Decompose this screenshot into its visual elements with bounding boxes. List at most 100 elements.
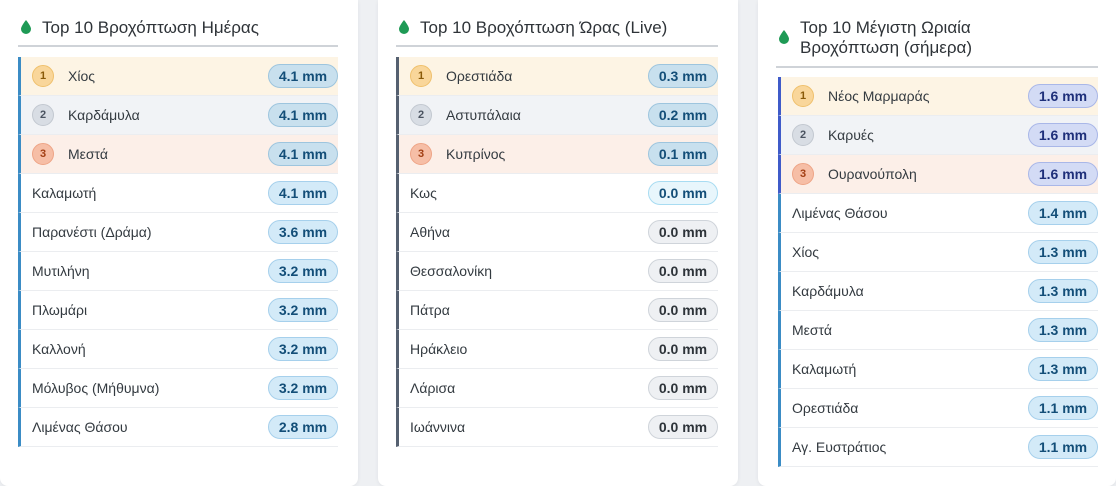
- rainfall-value: 1.1 mm: [1028, 435, 1098, 459]
- station-name: Καρυές: [828, 127, 874, 143]
- station-name: Ηράκλειο: [410, 341, 468, 357]
- list-item[interactable]: Ορεστιάδα 1.1 mm: [778, 389, 1098, 428]
- rainfall-value: 0.0 mm: [648, 298, 718, 322]
- rank-badge: 3: [32, 143, 54, 165]
- list-item[interactable]: Καλλονή 3.2 mm: [18, 330, 338, 369]
- rainfall-value: 4.1 mm: [268, 181, 338, 205]
- daily-rainfall-card: Top 10 Βροχόπτωση Ημέρας 1 Χίος 4.1 mm 2 Κα…: [0, 0, 358, 486]
- max-hourly-rainfall-card: Top 10 Μέγιστη Ωριαία Βροχόπτωση (σήμερα…: [758, 0, 1116, 486]
- station-name: Ορεστιάδα: [446, 68, 513, 84]
- rank-badge: 2: [792, 124, 814, 146]
- station-name: Πάτρα: [410, 302, 450, 318]
- station-name: Αθήνα: [410, 224, 451, 240]
- list-item[interactable]: 2 Καρυές 1.6 mm: [778, 116, 1098, 155]
- rainfall-value: 3.2 mm: [268, 298, 338, 322]
- card-title: Top 10 Βροχόπτωση Ώρας (Live): [420, 18, 668, 37]
- station-name: Πλωμάρι: [32, 302, 88, 318]
- rainfall-value: 0.0 mm: [648, 376, 718, 400]
- rainfall-value: 0.1 mm: [648, 142, 718, 166]
- rainfall-value: 0.2 mm: [648, 103, 718, 127]
- rainfall-value: 1.6 mm: [1028, 123, 1098, 147]
- card-title-line1: Top 10 Μέγιστη Ωριαία: [800, 18, 971, 37]
- rainfall-value: 1.3 mm: [1028, 357, 1098, 381]
- rainfall-value: 3.2 mm: [268, 337, 338, 361]
- water-drop-icon: [21, 20, 31, 34]
- station-name: Λιμένας Θάσου: [32, 419, 128, 435]
- station-name: Ορεστιάδα: [792, 400, 859, 416]
- list-item[interactable]: Λάρισα 0.0 mm: [396, 369, 718, 408]
- rainfall-value: 1.3 mm: [1028, 279, 1098, 303]
- rank-badge: 3: [792, 163, 814, 185]
- card-title-line2: Βροχόπτωση (σήμερα): [800, 38, 972, 57]
- rainfall-value: 2.8 mm: [268, 415, 338, 439]
- list-item[interactable]: Λιμένας Θάσου 1.4 mm: [778, 194, 1098, 233]
- card-header: Top 10 Βροχόπτωση Ημέρας: [18, 18, 338, 47]
- rainfall-value: 0.0 mm: [648, 415, 718, 439]
- list-item[interactable]: 2 Αστυπάλαια 0.2 mm: [396, 96, 718, 135]
- station-name: Λιμένας Θάσου: [792, 205, 888, 221]
- rainfall-value: 4.1 mm: [268, 142, 338, 166]
- rank-badge: 2: [32, 104, 54, 126]
- water-drop-icon: [399, 20, 409, 34]
- list-item[interactable]: Κως 0.0 mm: [396, 174, 718, 213]
- list-item[interactable]: Καλαμωτή 4.1 mm: [18, 174, 338, 213]
- rainfall-value: 0.3 mm: [648, 64, 718, 88]
- station-name: Θεσσαλονίκη: [410, 263, 492, 279]
- list-item[interactable]: 3 Μεστά 4.1 mm: [18, 135, 338, 174]
- list-item[interactable]: Καλαμωτή 1.3 mm: [778, 350, 1098, 389]
- list-item[interactable]: 1 Νέος Μαρμαράς 1.6 mm: [778, 77, 1098, 116]
- list-item[interactable]: 1 Χίος 4.1 mm: [18, 57, 338, 96]
- rainfall-value: 1.3 mm: [1028, 318, 1098, 342]
- card-header: Top 10 Βροχόπτωση Ώρας (Live): [396, 18, 718, 47]
- list-item[interactable]: Πάτρα 0.0 mm: [396, 291, 718, 330]
- card-title: Top 10 Μέγιστη Ωριαία Βροχόπτωση (σήμερα…: [800, 18, 972, 58]
- list-item[interactable]: 1 Ορεστιάδα 0.3 mm: [396, 57, 718, 96]
- list-item[interactable]: Λιμένας Θάσου 2.8 mm: [18, 408, 338, 447]
- list-item[interactable]: Μεστά 1.3 mm: [778, 311, 1098, 350]
- rainfall-value: 1.4 mm: [1028, 201, 1098, 225]
- rainfall-value: 0.0 mm: [648, 220, 718, 244]
- station-name: Καλλονή: [32, 341, 86, 357]
- list-item[interactable]: Ηράκλειο 0.0 mm: [396, 330, 718, 369]
- rank-badge: 2: [410, 104, 432, 126]
- station-name: Μόλυβος (Μήθυμνα): [32, 380, 160, 396]
- rainfall-value: 0.0 mm: [648, 259, 718, 283]
- list-item[interactable]: Θεσσαλονίκη 0.0 mm: [396, 252, 718, 291]
- rainfall-value: 1.3 mm: [1028, 240, 1098, 264]
- station-name: Χίος: [68, 68, 95, 84]
- rank-badge: 1: [792, 85, 814, 107]
- rank-badge: 1: [32, 65, 54, 87]
- rainfall-value: 3.2 mm: [268, 259, 338, 283]
- list-item[interactable]: Ιωάννινα 0.0 mm: [396, 408, 718, 447]
- station-name: Καρδάμυλα: [68, 107, 140, 123]
- list-item[interactable]: Αγ. Ευστράτιος 1.1 mm: [778, 428, 1098, 467]
- list-item[interactable]: 3 Ουρανούπολη 1.6 mm: [778, 155, 1098, 194]
- station-name: Κως: [410, 185, 437, 201]
- list-item[interactable]: Παρανέστι (Δράμα) 3.6 mm: [18, 213, 338, 252]
- water-drop-icon: [779, 30, 789, 44]
- rainfall-value: 1.6 mm: [1028, 162, 1098, 186]
- rainfall-value: 4.1 mm: [268, 64, 338, 88]
- list-item[interactable]: Μόλυβος (Μήθυμνα) 3.2 mm: [18, 369, 338, 408]
- list-item[interactable]: Καρδάμυλα 1.3 mm: [778, 272, 1098, 311]
- rainfall-value: 3.6 mm: [268, 220, 338, 244]
- station-name: Κυπρίνος: [446, 146, 506, 162]
- list-item[interactable]: Πλωμάρι 3.2 mm: [18, 291, 338, 330]
- rank-badge: 1: [410, 65, 432, 87]
- rainfall-list: 1 Χίος 4.1 mm 2 Καρδάμυλα 4.1 mm 3 Μεστά 4.1 m…: [18, 57, 338, 447]
- station-name: Μυτιλήνη: [32, 263, 90, 279]
- station-name: Αγ. Ευστράτιος: [792, 439, 887, 455]
- station-name: Νέος Μαρμαράς: [828, 88, 930, 104]
- station-name: Μεστά: [792, 322, 832, 338]
- station-name: Αστυπάλαια: [446, 107, 521, 123]
- list-item[interactable]: 3 Κυπρίνος 0.1 mm: [396, 135, 718, 174]
- rainfall-value: 3.2 mm: [268, 376, 338, 400]
- card-header: Top 10 Μέγιστη Ωριαία Βροχόπτωση (σήμερα…: [776, 18, 1098, 68]
- list-item[interactable]: Χίος 1.3 mm: [778, 233, 1098, 272]
- station-name: Καλαμωτή: [792, 361, 857, 377]
- card-title: Top 10 Βροχόπτωση Ημέρας: [42, 18, 259, 37]
- list-item[interactable]: 2 Καρδάμυλα 4.1 mm: [18, 96, 338, 135]
- list-item[interactable]: Αθήνα 0.0 mm: [396, 213, 718, 252]
- list-item[interactable]: Μυτιλήνη 3.2 mm: [18, 252, 338, 291]
- rainfall-value: 1.1 mm: [1028, 396, 1098, 420]
